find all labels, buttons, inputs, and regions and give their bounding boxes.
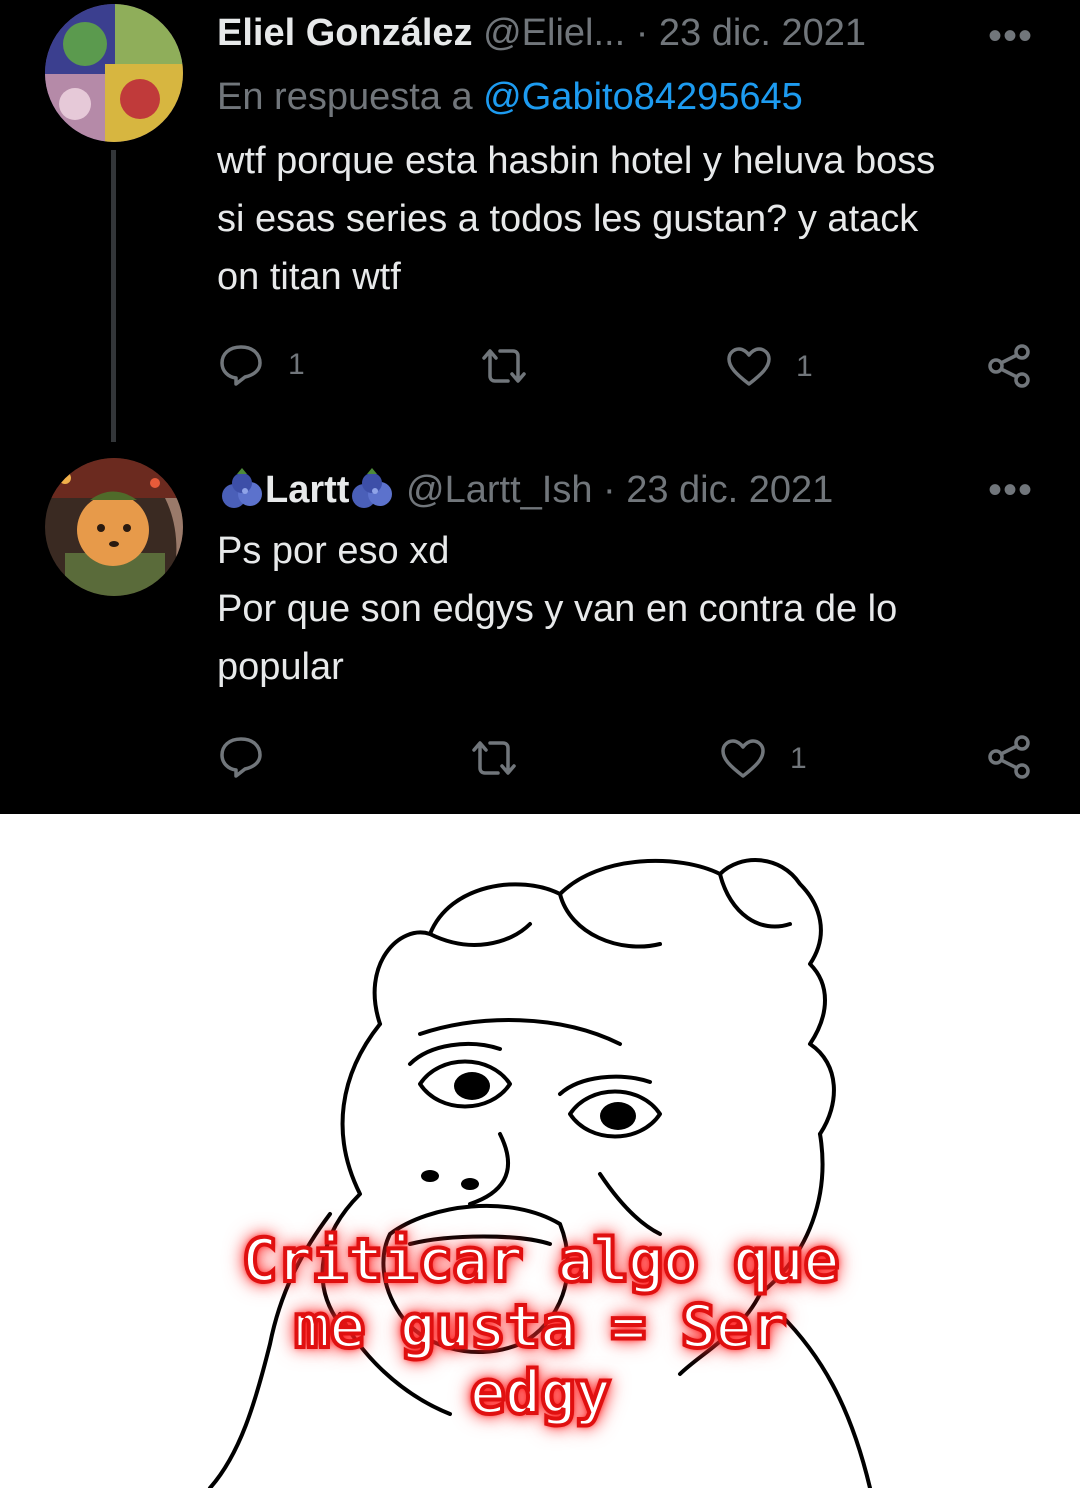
meme-panel: Criticar algo que me gusta = Ser edgy	[0, 814, 1080, 1490]
meme-caption-line: me gusta = Ser	[292, 1292, 789, 1362]
reply-button[interactable]: 1	[218, 344, 305, 386]
like-count: 1	[796, 350, 813, 383]
reply-count: 1	[288, 348, 305, 381]
like-count: 1	[790, 742, 807, 775]
handle[interactable]: @Lartt_Ish	[406, 469, 592, 511]
thread-line	[111, 150, 116, 442]
like-button[interactable]: 1	[726, 346, 813, 388]
tweet-header: Lartt @Lartt_Ish · 23 dic. 2021	[219, 466, 833, 512]
reply-button[interactable]	[218, 736, 264, 778]
like-icon	[727, 347, 771, 386]
blueberry-emoji	[352, 468, 393, 508]
timestamp[interactable]: · 23 dic. 2021	[603, 469, 833, 511]
more-options-button[interactable]: •••	[988, 14, 1033, 59]
share-icon	[988, 344, 1030, 388]
share-button[interactable]	[986, 343, 1032, 389]
tweet-text-line: wtf porque esta hasbin hotel y heluva bo…	[217, 140, 936, 182]
like-button[interactable]: 1	[720, 738, 807, 780]
handle[interactable]: @Eliel...	[483, 12, 625, 54]
retweet-button[interactable]	[468, 738, 520, 778]
more-options-button[interactable]: •••	[988, 468, 1033, 513]
tweet-text-line: on titan wtf	[217, 256, 401, 298]
timestamp[interactable]: · 23 dic. 2021	[636, 12, 866, 54]
tweet-text-line: Por que son edgys y van en contra de lo	[217, 588, 898, 630]
tweet-text-line: si esas series a todos les gustan? y ata…	[217, 198, 919, 240]
meme-caption: Criticar algo que me gusta = Ser edgy	[200, 1226, 880, 1428]
avatar[interactable]	[45, 4, 183, 142]
retweet-button[interactable]	[478, 346, 530, 386]
share-button[interactable]	[986, 734, 1032, 780]
reply-prefix: En respuesta a	[217, 76, 473, 118]
tweet-text-line: popular	[217, 646, 344, 688]
display-name[interactable]: Eliel González	[217, 12, 473, 54]
retweet-icon	[482, 349, 526, 383]
like-icon	[721, 739, 765, 778]
tweet-header: Eliel González @Eliel... · 23 dic. 2021	[217, 12, 866, 55]
meme-caption-line: Criticar algo que	[239, 1226, 841, 1296]
share-icon	[988, 735, 1030, 779]
retweet-icon	[472, 741, 516, 775]
tweet-2[interactable]: Lartt @Lartt_Ish · 23 dic. 2021 ••• Ps p…	[0, 440, 1080, 814]
tweet-text-line: Ps por eso xd	[217, 530, 450, 572]
display-name[interactable]: Lartt	[265, 469, 349, 511]
blueberry-emoji	[222, 468, 262, 508]
avatar[interactable]	[45, 458, 183, 596]
reply-icon	[220, 345, 262, 386]
reply-mention-link[interactable]: @Gabito84295645	[483, 76, 803, 118]
tweet-text: Ps por eso xd Por que son edgys y van en…	[217, 522, 1037, 696]
tweet-1[interactable]: Eliel González @Eliel... · 23 dic. 2021 …	[0, 0, 1080, 442]
meme-caption-line: edgy	[468, 1358, 614, 1428]
reply-icon	[220, 737, 262, 778]
reply-context: En respuesta a @Gabito84295645	[217, 76, 803, 119]
tweet-text: wtf porque esta hasbin hotel y heluva bo…	[217, 132, 1037, 306]
